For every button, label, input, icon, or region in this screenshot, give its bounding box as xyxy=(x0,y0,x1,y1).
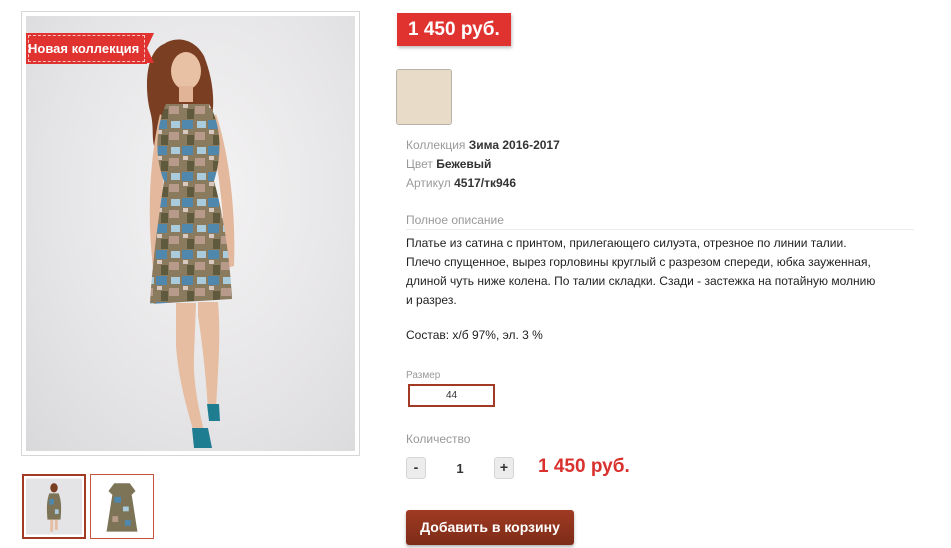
composition-text: Состав: х/б 97%, эл. 3 % xyxy=(406,328,543,342)
description-heading: Полное описание xyxy=(406,213,914,230)
property-color: Цвет Бежевый xyxy=(406,157,492,171)
thumbnail-model-front[interactable] xyxy=(22,474,86,539)
property-article: Артикул 4517/тк946 xyxy=(406,176,517,190)
description-line: длиной чуть ниже колена. По талии складк… xyxy=(406,274,876,288)
product-properties: Коллекция Зима 2016-2017 Цвет Бежевый Ар… xyxy=(406,136,560,193)
quantity-label: Количество xyxy=(406,432,471,446)
model-illustration xyxy=(146,39,235,448)
photo-area: Новая коллекция xyxy=(26,16,355,451)
thumbnail-dress-flat[interactable] xyxy=(90,474,154,539)
quantity-plus-button[interactable]: + xyxy=(494,457,514,479)
description-line: Платье из сатина с принтом, прилегающего… xyxy=(406,236,847,250)
quantity-minus-button[interactable]: - xyxy=(406,457,426,479)
description-line: Плечо спущенное, вырез горловины круглый… xyxy=(406,255,871,269)
property-collection: Коллекция Зима 2016-2017 xyxy=(406,138,560,152)
quantity-value[interactable]: 1 xyxy=(448,461,472,476)
add-to-cart-button[interactable]: Добавить в корзину xyxy=(406,510,574,545)
total-price: 1 450 руб. xyxy=(538,456,630,477)
new-collection-ribbon: Новая коллекция xyxy=(26,33,154,64)
thumbnail-dress-image xyxy=(93,477,151,536)
color-swatch-beige[interactable] xyxy=(396,69,452,125)
size-label: Размер xyxy=(406,370,441,381)
description-line: и разрез. xyxy=(406,293,457,307)
main-product-photo[interactable]: Новая коллекция xyxy=(21,11,360,456)
size-option-44[interactable]: 44 xyxy=(408,384,495,407)
thumbnail-model-image xyxy=(26,478,82,535)
description-text: Платье из сатина с принтом, прилегающего… xyxy=(406,234,918,310)
price-badge: 1 450 руб. xyxy=(397,13,511,46)
